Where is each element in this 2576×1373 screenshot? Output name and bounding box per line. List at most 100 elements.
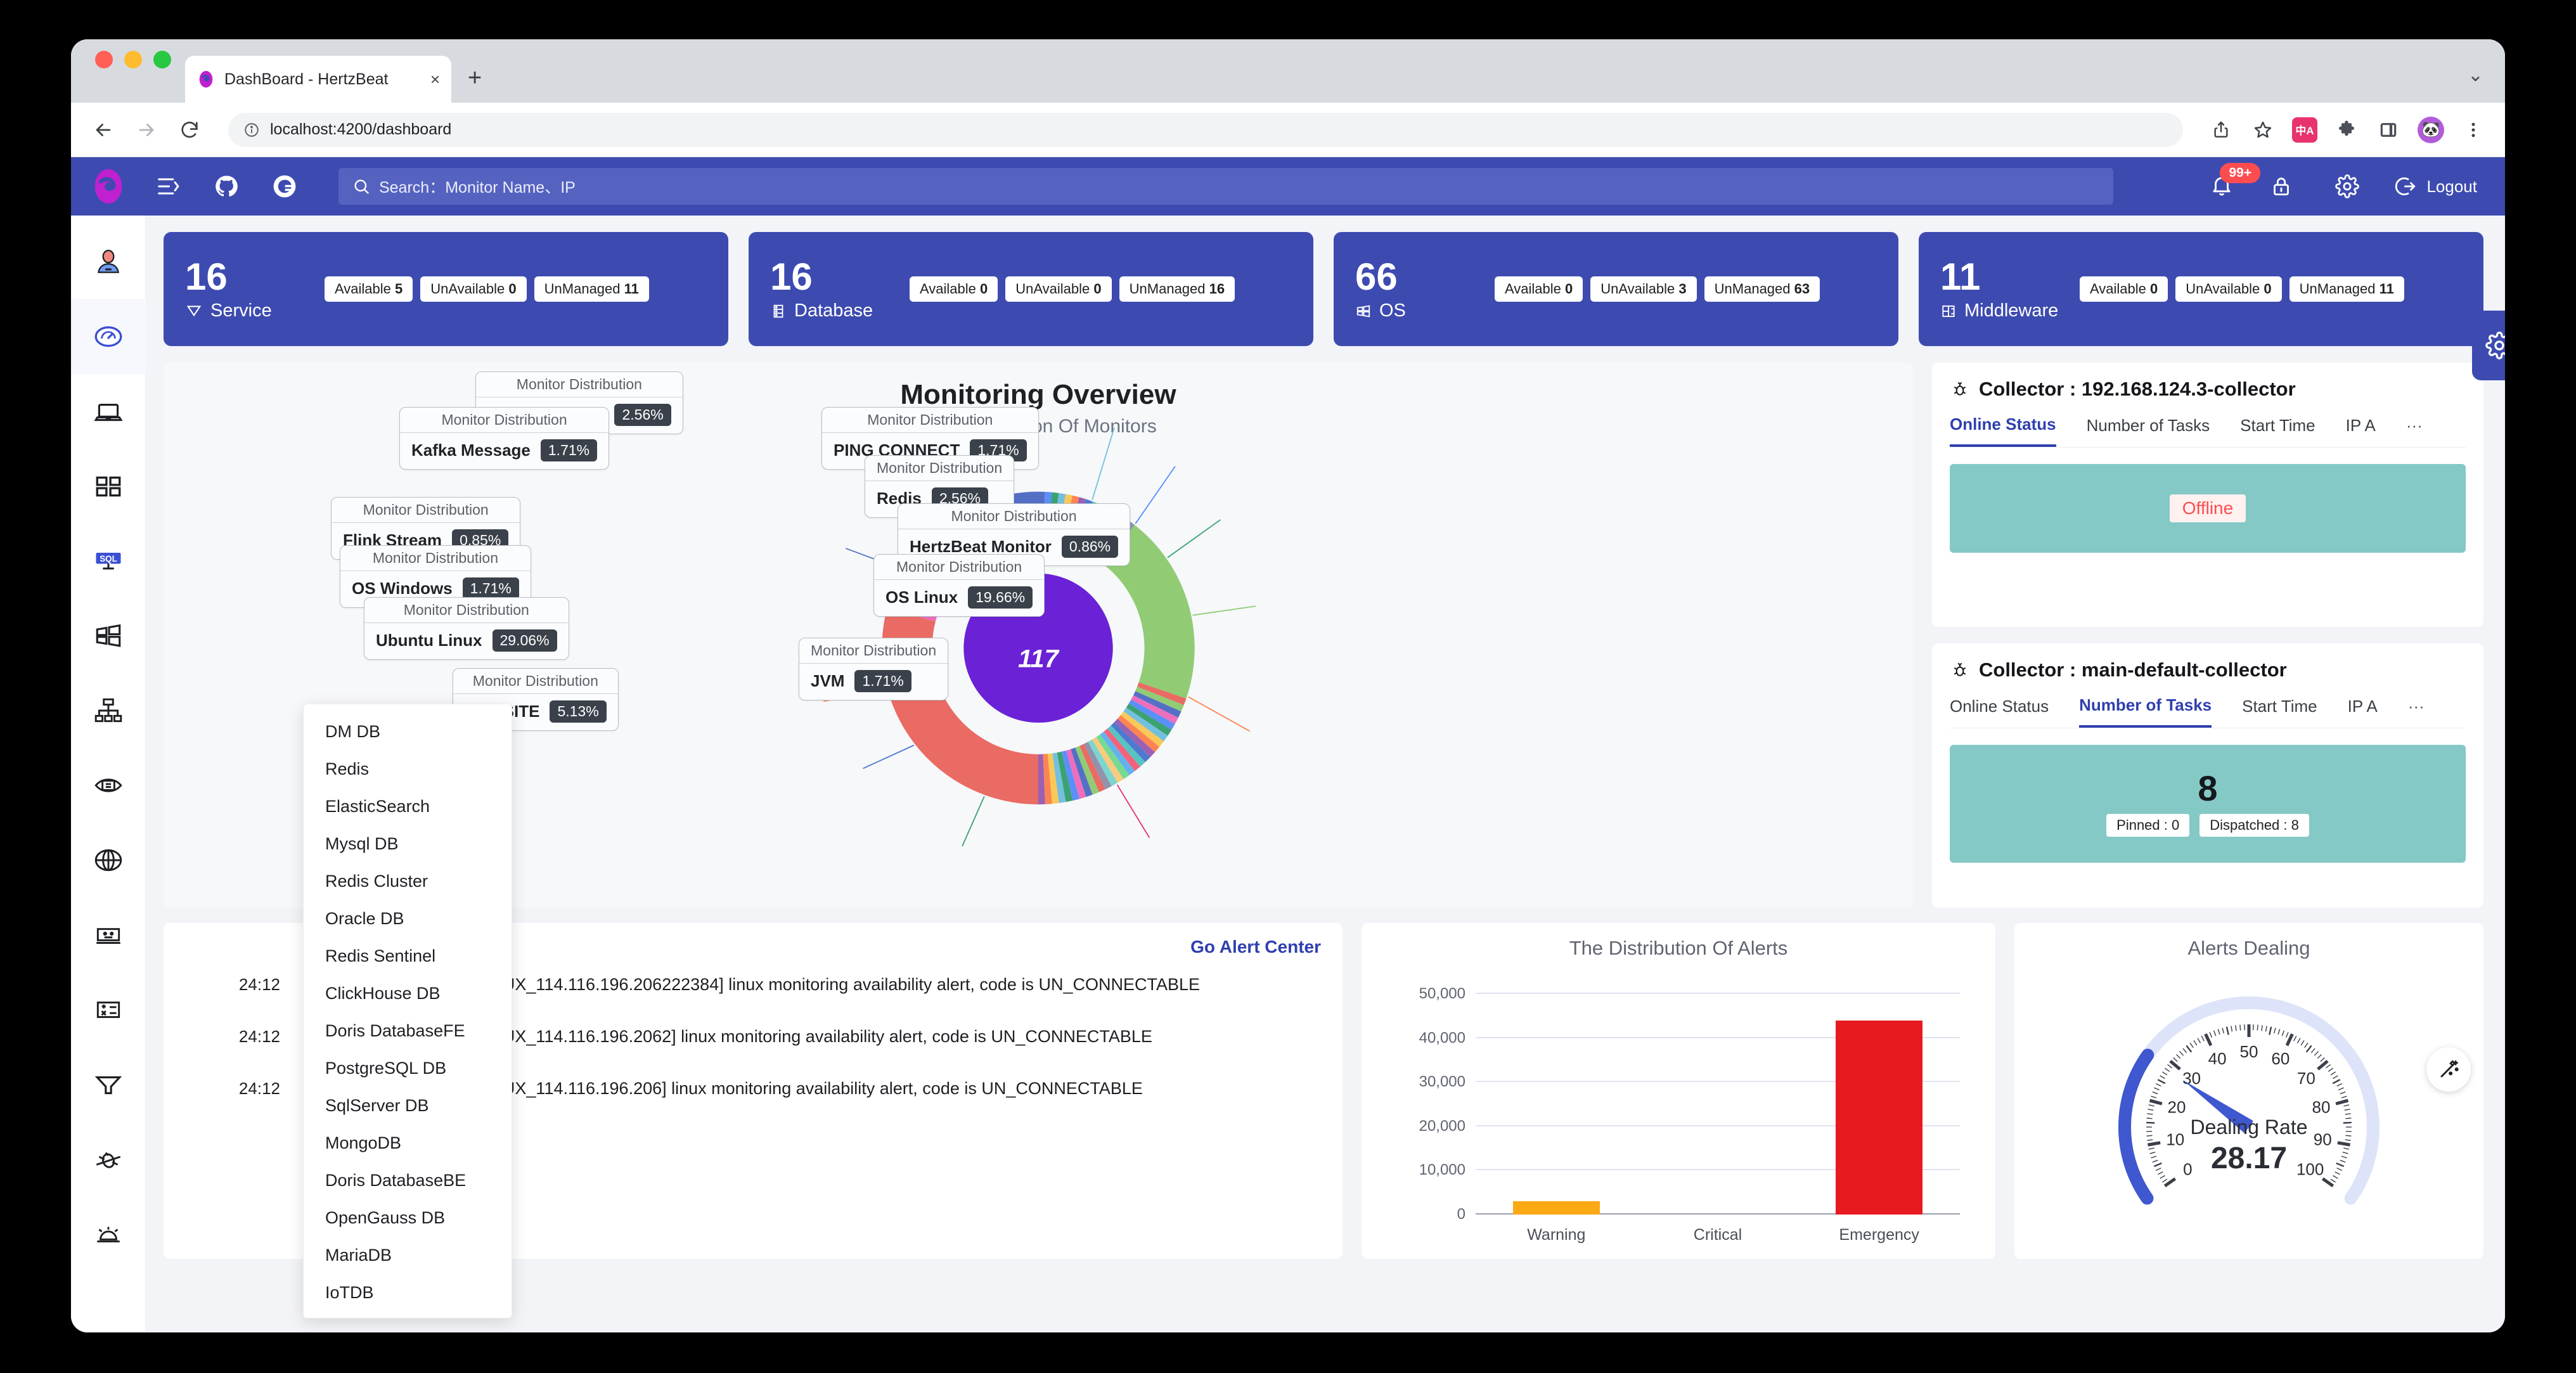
- gauge-center-value: 28.17: [2210, 1142, 2288, 1175]
- status-badge-unavailable[interactable]: UnAvailable 0: [420, 276, 527, 302]
- gauge-tick: [2164, 1067, 2170, 1072]
- stat-card-middleware-summary: 11 Middleware: [1940, 257, 2061, 321]
- search-input[interactable]: Search：Monitor Name、IP: [338, 168, 2113, 205]
- status-badge-unavailable[interactable]: UnAvailable 0: [1005, 276, 1112, 302]
- sidebar-item-monitor[interactable]: [71, 374, 146, 449]
- gauge-tick: [2340, 1091, 2346, 1095]
- browser-menu-icon[interactable]: [2461, 117, 2486, 143]
- stat-card-middleware[interactable]: 11 Middleware Available 0 UnAvailable 0 …: [1919, 232, 2483, 346]
- lock-icon[interactable]: [2263, 168, 2300, 205]
- tab-number-of-tasks[interactable]: Number of Tasks: [2079, 695, 2212, 728]
- status-badge-unmanaged[interactable]: UnManaged 16: [1119, 276, 1235, 302]
- status-badge-available[interactable]: Available 0: [1495, 276, 1583, 302]
- gauge-tick: [2152, 1091, 2158, 1095]
- monitor-type-dropdown[interactable]: DM DB Redis ElasticSearch Mysql DB Redis…: [303, 704, 512, 1318]
- sidebar-item-dashboard[interactable]: [71, 299, 146, 374]
- stat-card-os[interactable]: 66 OS Available 0 UnAvailable 3 UnManage…: [1334, 232, 1898, 346]
- sidebar-item-network[interactable]: [71, 673, 146, 748]
- github-icon[interactable]: [208, 168, 245, 205]
- stat-card-service[interactable]: 16 Service Available 5 UnAvailable 0 UnM…: [164, 232, 728, 346]
- gauge-tick: [2197, 1038, 2201, 1043]
- stat-card-database[interactable]: 16 Database Available 0 UnAvailable 0 Un…: [749, 232, 1313, 346]
- close-tab-button[interactable]: ×: [430, 71, 440, 87]
- status-badge-unavailable[interactable]: UnAvailable 0: [2175, 276, 2282, 302]
- sidebar-item-bug[interactable]: [71, 1122, 146, 1197]
- collector-card-2-more-button[interactable]: ···: [2408, 697, 2425, 726]
- dropdown-item[interactable]: Mysql DB: [304, 825, 512, 863]
- alert-timestamp: 24:12: [238, 1027, 280, 1046]
- dropdown-item[interactable]: PostgreSQL DB: [304, 1050, 512, 1087]
- menu-fold-icon[interactable]: [150, 168, 186, 205]
- side-panel-icon[interactable]: [2376, 117, 2401, 143]
- sidebar-item-calculator[interactable]: [71, 972, 146, 1047]
- tab-start-time[interactable]: Start Time: [2240, 416, 2315, 446]
- hertzbeat-logo[interactable]: [89, 167, 128, 206]
- tab-ip-address[interactable]: IP A: [2348, 697, 2378, 726]
- maximize-window-button[interactable]: [153, 51, 171, 68]
- bookmark-star-icon[interactable]: [2250, 117, 2276, 143]
- dropdown-item[interactable]: DM DB: [304, 713, 512, 751]
- status-badge-available[interactable]: Available 0: [910, 276, 998, 302]
- tab-ip-address[interactable]: IP A: [2346, 416, 2376, 446]
- forward-arrow-icon[interactable]: [133, 117, 160, 143]
- sidebar-item-user[interactable]: [71, 224, 146, 299]
- browser-tab[interactable]: DashBoard - HertzBeat ×: [185, 56, 451, 103]
- extensions-puzzle-icon[interactable]: [2334, 117, 2359, 143]
- dropdown-item[interactable]: Redis Sentinel: [304, 938, 512, 975]
- tab-start-time[interactable]: Start Time: [2242, 697, 2317, 726]
- tab-number-of-tasks[interactable]: Number of Tasks: [2087, 416, 2210, 446]
- bar[interactable]: [1835, 1020, 1923, 1215]
- dropdown-item[interactable]: Doris DatabaseFE: [304, 1012, 512, 1050]
- status-badge-available[interactable]: Available 5: [325, 276, 413, 302]
- profile-avatar[interactable]: 🐼: [2418, 116, 2444, 143]
- tab-online-status[interactable]: Online Status: [1950, 415, 2056, 447]
- browser-toolbar-icons: 中A 🐼: [2208, 116, 2486, 143]
- new-tab-button[interactable]: +: [468, 66, 482, 90]
- address-bar[interactable]: localhost:4200/dashboard: [228, 112, 2183, 147]
- sidebar-item-console[interactable]: [71, 898, 146, 972]
- theme-settings-button[interactable]: [2472, 311, 2505, 380]
- go-alert-center-link[interactable]: Go Alert Center: [1190, 937, 1321, 957]
- status-badge-unavailable[interactable]: UnAvailable 3: [1590, 276, 1697, 302]
- minimize-window-button[interactable]: [124, 51, 142, 68]
- alerts-dealing-gauge[interactable]: 0 10 20 30 40 50 60 70 80 90 100 Dealing Rate 28.1…: [2084, 969, 2414, 1235]
- translate-extension-icon[interactable]: 中A: [2292, 117, 2317, 143]
- alerts-distribution-plot[interactable]: 0 10,000 20,000 30,000 40,000 50,000 Warning Cr…: [1419, 985, 1960, 1244]
- sidebar-item-windows[interactable]: [71, 598, 146, 673]
- tab-list-chevron-down-icon[interactable]: ⌄: [2468, 64, 2483, 86]
- gauge-tick: [2204, 1033, 2213, 1047]
- sidebar-item-sql[interactable]: SQL: [71, 524, 146, 598]
- bar[interactable]: [1512, 1201, 1600, 1215]
- reload-icon[interactable]: [176, 117, 203, 143]
- dropdown-item[interactable]: Redis Cluster: [304, 863, 512, 900]
- dropdown-item[interactable]: Redis: [304, 751, 512, 788]
- status-badge-unmanaged[interactable]: UnManaged 11: [534, 276, 649, 302]
- sidebar-item-alarm[interactable]: [71, 1197, 146, 1272]
- collector-card-1-more-button[interactable]: ···: [2406, 416, 2423, 446]
- share-icon[interactable]: [2208, 117, 2234, 143]
- notifications-bell-icon[interactable]: 99+: [2210, 162, 2261, 200]
- sidebar-item-server[interactable]: [71, 748, 146, 823]
- dropdown-item[interactable]: MongoDB: [304, 1125, 512, 1162]
- status-badge-available[interactable]: Available 0: [2080, 276, 2168, 302]
- dropdown-item[interactable]: IoTDB: [304, 1274, 512, 1312]
- back-arrow-icon[interactable]: [90, 117, 117, 143]
- magic-wand-button[interactable]: [2426, 1047, 2471, 1092]
- sidebar-item-web[interactable]: [71, 823, 146, 898]
- sidebar-item-apps[interactable]: [71, 449, 146, 524]
- dropdown-item[interactable]: Oracle DB: [304, 900, 512, 938]
- dropdown-item[interactable]: OpenGauss DB: [304, 1199, 512, 1237]
- dropdown-item[interactable]: SqlServer DB: [304, 1087, 512, 1125]
- dropdown-item[interactable]: MariaDB: [304, 1237, 512, 1274]
- gitee-icon[interactable]: [266, 168, 303, 205]
- dropdown-item[interactable]: Doris DatabaseBE: [304, 1162, 512, 1199]
- status-badge-unmanaged[interactable]: UnManaged 63: [1704, 276, 1820, 302]
- dropdown-item[interactable]: ClickHouse DB: [304, 975, 512, 1012]
- settings-gear-icon[interactable]: [2329, 168, 2366, 205]
- sidebar-item-filter[interactable]: [71, 1047, 146, 1122]
- close-window-button[interactable]: [95, 51, 113, 68]
- logout-button[interactable]: Logout: [2395, 175, 2477, 198]
- status-badge-unmanaged[interactable]: UnManaged 11: [2289, 276, 2404, 302]
- dropdown-item[interactable]: ElasticSearch: [304, 788, 512, 825]
- tab-online-status[interactable]: Online Status: [1950, 697, 2049, 726]
